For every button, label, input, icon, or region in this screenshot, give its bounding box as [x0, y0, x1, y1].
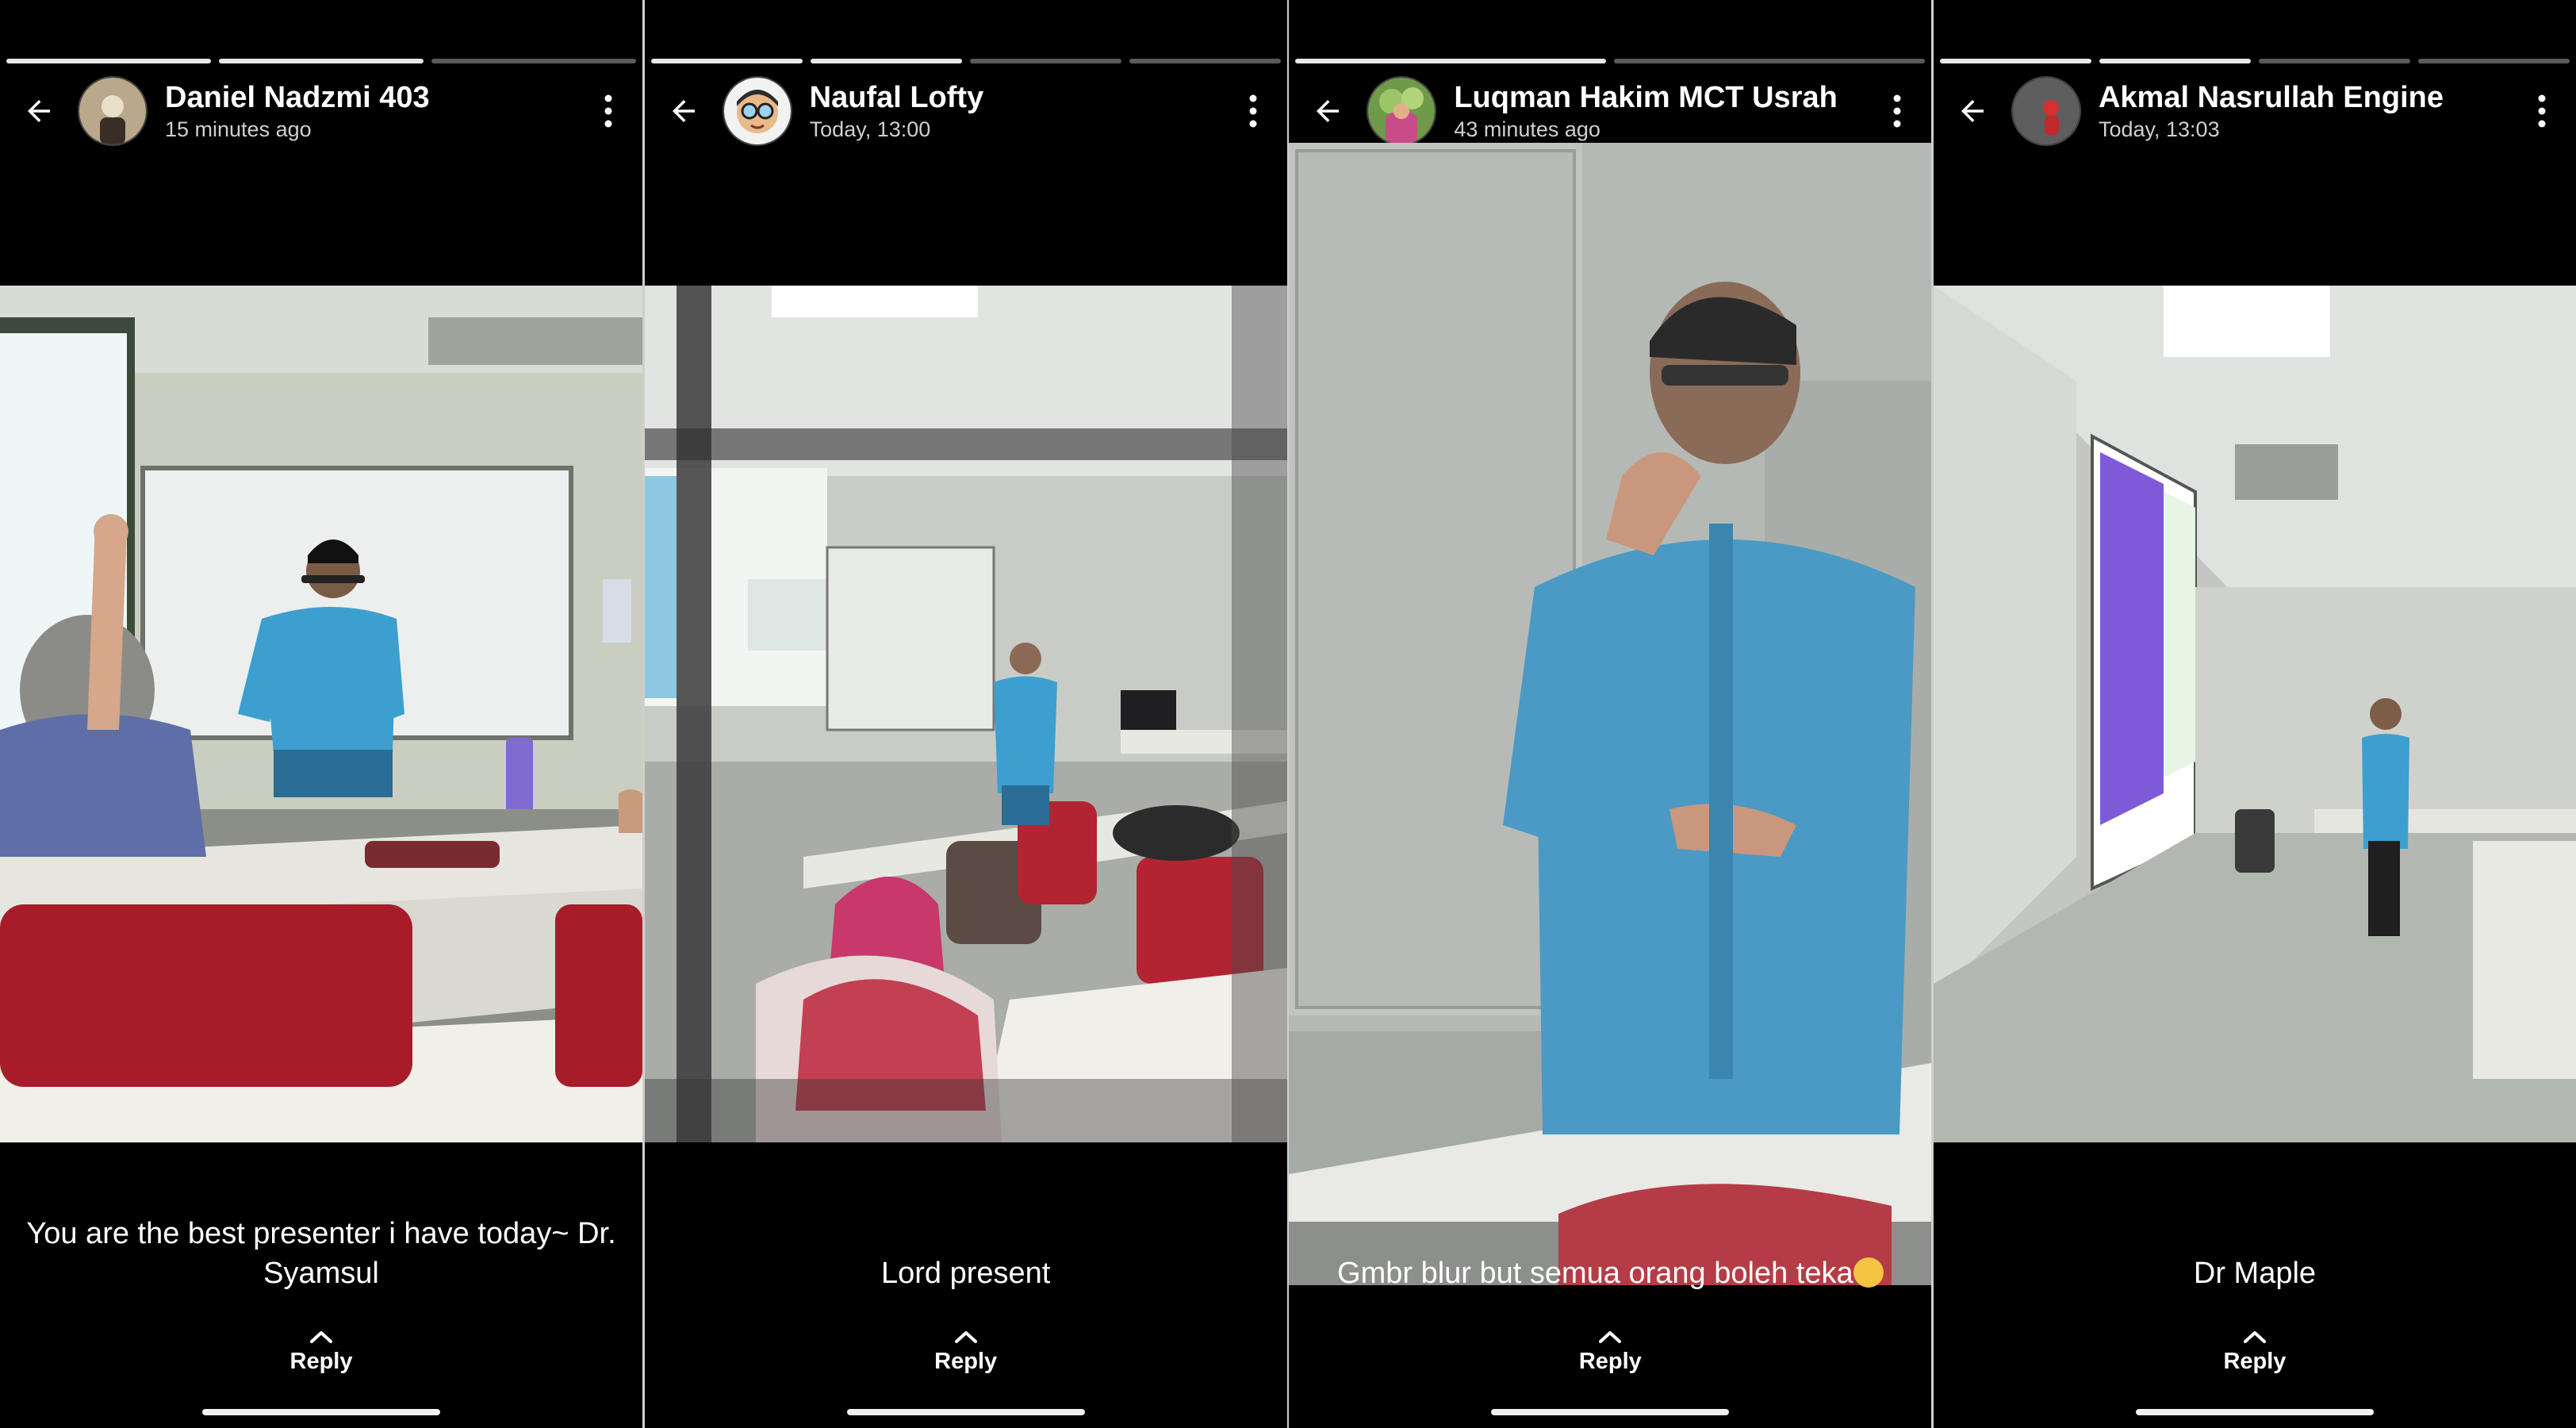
story-timestamp: 15 minutes ago: [165, 117, 312, 141]
home-indicator: [1491, 1409, 1730, 1415]
story-header: Daniel Nadzmi 403 15 minutes ago: [0, 73, 642, 149]
story-panel-4[interactable]: Akmal Nasrullah Engine Today, 13:03 Dr M…: [1933, 0, 2576, 1428]
story-header: Luqman Hakim MCT Usrah 43 minutes ago: [1289, 73, 1931, 149]
story-photo: [1933, 286, 2576, 1142]
story-photo: [0, 286, 642, 1142]
chevron-up-icon: [2243, 1331, 2266, 1343]
story-panel-1[interactable]: Daniel Nadzmi 403 15 minutes ago You are…: [0, 0, 642, 1428]
reply-label: Reply: [289, 1349, 353, 1374]
contact-name: Daniel Nadzmi 403: [165, 81, 430, 114]
story-progress-bar: [1939, 59, 2570, 63]
chevron-up-icon: [1599, 1331, 1622, 1343]
reply-button[interactable]: Reply: [1934, 1330, 2576, 1375]
more-vert-icon[interactable]: [1248, 94, 1259, 129]
avatar[interactable]: [78, 76, 148, 146]
story-header: Naufal Lofty Today, 13:00: [645, 73, 1287, 149]
face-with-hand-over-mouth-emoji: [1853, 1257, 1884, 1288]
story-caption: You are the best presenter i have today~…: [26, 1217, 616, 1290]
story-timestamp: Today, 13:00: [809, 117, 931, 141]
story-panel-2[interactable]: Naufal Lofty Today, 13:00 Lord present R…: [644, 0, 1287, 1428]
chevron-up-icon: [310, 1331, 332, 1343]
arrow-left-icon[interactable]: [22, 94, 56, 128]
arrow-left-icon[interactable]: [1311, 94, 1344, 128]
reply-label: Reply: [1578, 1349, 1642, 1374]
reply-label: Reply: [934, 1349, 998, 1374]
story-timestamp: Today, 13:03: [2098, 117, 2220, 141]
more-vert-icon[interactable]: [2536, 94, 2547, 129]
home-indicator: [2135, 1409, 2374, 1415]
story-photo: [644, 286, 1287, 1142]
story-timestamp: 43 minutes ago: [1454, 117, 1600, 141]
avatar[interactable]: [1367, 76, 1437, 146]
arrow-left-icon[interactable]: [667, 94, 700, 128]
more-vert-icon[interactable]: [1892, 94, 1903, 129]
chevron-up-icon: [954, 1331, 977, 1343]
story-caption: Gmbr blur but semua orang boleh teka: [1305, 1253, 1915, 1293]
story-header: Akmal Nasrullah Engine Today, 13:03: [1934, 73, 2576, 149]
story-panel-3[interactable]: Luqman Hakim MCT Usrah 43 minutes ago Gm…: [1289, 0, 1932, 1428]
arrow-left-icon[interactable]: [1956, 94, 1989, 128]
story-photo: [1289, 143, 1932, 1285]
story-caption: Dr Maple: [2193, 1257, 2317, 1290]
reply-button[interactable]: Reply: [1289, 1330, 1931, 1375]
more-vert-icon[interactable]: [603, 94, 614, 129]
contact-name: Luqman Hakim MCT Usrah: [1454, 81, 1838, 114]
contact-name: Naufal Lofty: [809, 81, 984, 114]
story-caption: Lord present: [880, 1257, 1051, 1290]
home-indicator: [846, 1409, 1085, 1415]
home-indicator: [202, 1409, 440, 1415]
avatar[interactable]: [722, 76, 792, 146]
story-progress-bar: [1295, 59, 1926, 63]
story-progress-bar: [6, 59, 636, 63]
story-progress-bar: [650, 59, 1281, 63]
reply-button[interactable]: Reply: [0, 1330, 642, 1375]
avatar[interactable]: [2011, 76, 2081, 146]
reply-button[interactable]: Reply: [645, 1330, 1287, 1375]
contact-name: Akmal Nasrullah Engine: [2098, 81, 2444, 114]
reply-label: Reply: [2223, 1349, 2287, 1374]
